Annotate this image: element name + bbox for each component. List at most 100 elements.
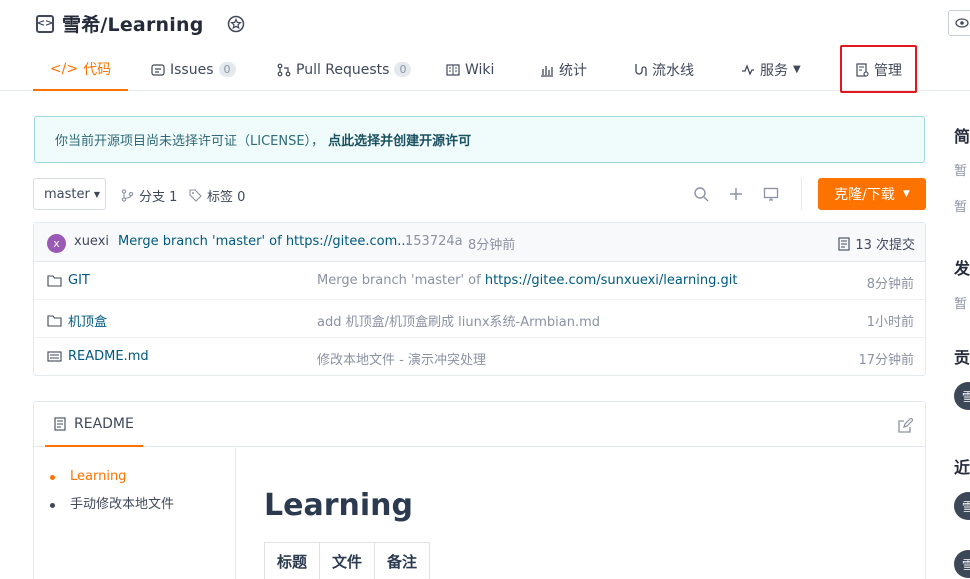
tab-stats-label: 统计 [559,62,587,79]
tab-services-label: 服务 [760,62,788,79]
clone-download-button[interactable]: 克隆/下载 ▼ [818,178,926,210]
code-repo-icon: <> [36,14,54,33]
repo-title-group: <> 雪希/Learning [36,10,246,37]
readme-tab[interactable]: README [45,402,143,447]
recommend-badge-icon[interactable] [226,14,246,34]
file-name: 机顶盒 [68,315,108,330]
issues-icon [151,63,165,76]
file-commit-message[interactable]: Merge branch 'master' of https://gitee.c… [317,273,737,288]
avatar[interactable]: 雪 [954,382,970,410]
document-icon [54,416,66,431]
tab-wiki[interactable]: Wiki [446,48,494,91]
branch-select[interactable]: master ▼ [33,178,106,210]
sidebar-text: 暂 [954,200,968,215]
table-row[interactable]: 机顶盒 add 机顶盒/机顶盒刷成 liunx系统-Armbian.md 1小时… [34,300,925,338]
table-row[interactable]: README.md 修改本地文件 - 演示冲突处理 17分钟前 [34,338,925,376]
commit-hash[interactable]: 153724a [405,234,463,249]
pull-request-icon [277,63,291,76]
pull-requests-count-badge: 0 [394,62,412,77]
readme-tab-label: README [74,415,134,432]
sidebar-text: 暂 [954,164,968,179]
sidebar-heading: 贡 [954,348,970,367]
manage-tab-highlight-box [840,45,917,93]
avatar[interactable]: 雪 [954,492,970,520]
edit-icon[interactable] [897,418,913,434]
table-header-cell: 文件 [319,542,376,579]
tab-pull-requests[interactable]: Pull Requests 0 [277,48,412,91]
tab-stats[interactable]: 统计 [540,48,587,91]
bar-chart-icon [541,65,553,77]
tab-services[interactable]: 服务 ▼ [741,48,801,91]
file-time: 1小时前 [866,315,914,330]
commit-count-label: 13 次提交 [855,238,915,253]
avatar[interactable]: x [47,234,66,253]
markdown-file-icon [47,351,62,362]
avatar[interactable]: 雪 [954,550,970,578]
sidebar-text: 暂 [954,297,968,312]
readme-heading: Learning [264,488,413,523]
caret-down-icon: ▼ [93,189,100,199]
toolbar-divider [801,178,802,210]
branches-count: 分支 1 [139,190,178,205]
file-commit-message[interactable]: 修改本地文件 - 演示冲突处理 [317,349,486,368]
caret-down-icon: ▼ [902,189,910,199]
commit-time: 8分钟前 [468,238,516,253]
pulse-icon [742,63,754,76]
file-time: 17分钟前 [858,353,914,368]
file-name-link[interactable]: 机顶盒 [47,311,107,330]
latest-commit-bar: x xuexi Merge branch 'master' of https:/… [34,223,925,262]
file-name: README.md [68,349,149,364]
sidebar-heading: 近 [954,458,970,477]
folder-icon [47,275,62,287]
tab-issues[interactable]: Issues 0 [151,48,236,91]
tab-code-label: 代码 [83,61,112,78]
clone-download-label: 克隆/下载 [834,187,895,203]
file-commit-link[interactable]: https://gitee.com/sunxuexi/learning.git [485,273,738,288]
chevron-down-icon: ▼ [793,64,801,75]
file-name: GIT [68,273,90,288]
commit-list-icon [838,236,850,251]
tags-link[interactable]: 标签 0 [189,186,245,205]
file-name-link[interactable]: GIT [47,273,90,288]
add-file-icon[interactable] [727,185,745,203]
file-commit-text: Merge branch 'master' of [317,273,485,288]
search-icon[interactable] [692,185,710,203]
branch-icon [121,189,134,202]
license-notice: 你当前开源项目尚未选择许可证（LICENSE）， 点此选择并创建开源许可 [34,116,925,163]
table-header-cell: 备注 [374,542,431,579]
repo-header: <> 雪希/Learning </> 代码 Issues 0 Pull Requ… [0,0,970,93]
pipeline-icon [635,63,647,76]
repo-title[interactable]: 雪希/Learning [62,10,204,37]
tags-count: 标签 0 [207,190,246,205]
branch-select-value: master [44,186,90,202]
book-icon [446,63,460,76]
tab-pull-requests-label: Pull Requests [296,61,390,78]
web-ide-icon[interactable] [762,185,780,203]
file-commit-message[interactable]: add 机顶盒/机顶盒刷成 liunx系统-Armbian.md [317,311,600,330]
commit-count-link[interactable]: 13 次提交 [838,234,915,253]
file-time: 8分钟前 [866,277,914,292]
file-commit-text: add 机顶盒/机顶盒刷成 liunx系统-Armbian.md [317,315,600,330]
toc-item[interactable]: 手动修改本地文件 [34,495,235,523]
tab-issues-label: Issues [170,61,214,78]
readme-header: README [34,402,925,447]
create-license-link[interactable]: 点此选择并创建开源许可 [328,130,471,149]
file-name-link[interactable]: README.md [47,349,149,364]
tab-code[interactable]: </> 代码 [33,48,128,91]
readme-table: 标题 文件 备注 [263,542,431,579]
table-header-cell: 标题 [263,542,321,579]
commit-message[interactable]: Merge branch 'master' of https://gitee.c… [118,234,410,249]
issues-count-badge: 0 [218,62,236,77]
license-notice-text: 你当前开源项目尚未选择许可证（LICENSE）， [55,134,325,149]
folder-icon [47,315,62,327]
commit-author[interactable]: xuexi [74,234,109,249]
toc-item[interactable]: Learning [34,467,235,495]
tag-icon [189,189,202,202]
table-row[interactable]: GIT Merge branch 'master' of https://git… [34,262,925,300]
tab-pipeline[interactable]: 流水线 [633,48,694,91]
tab-pipeline-label: 流水线 [652,62,694,79]
file-list: x xuexi Merge branch 'master' of https:/… [33,222,926,376]
readme-panel: README Learning 手动修改本地文件 Learning 标题 文件 … [33,401,926,579]
right-sidebar: 简 暂 暂 发 暂 贡 雪 近 雪 雪 [950,0,970,579]
branches-link[interactable]: 分支 1 [121,186,177,205]
